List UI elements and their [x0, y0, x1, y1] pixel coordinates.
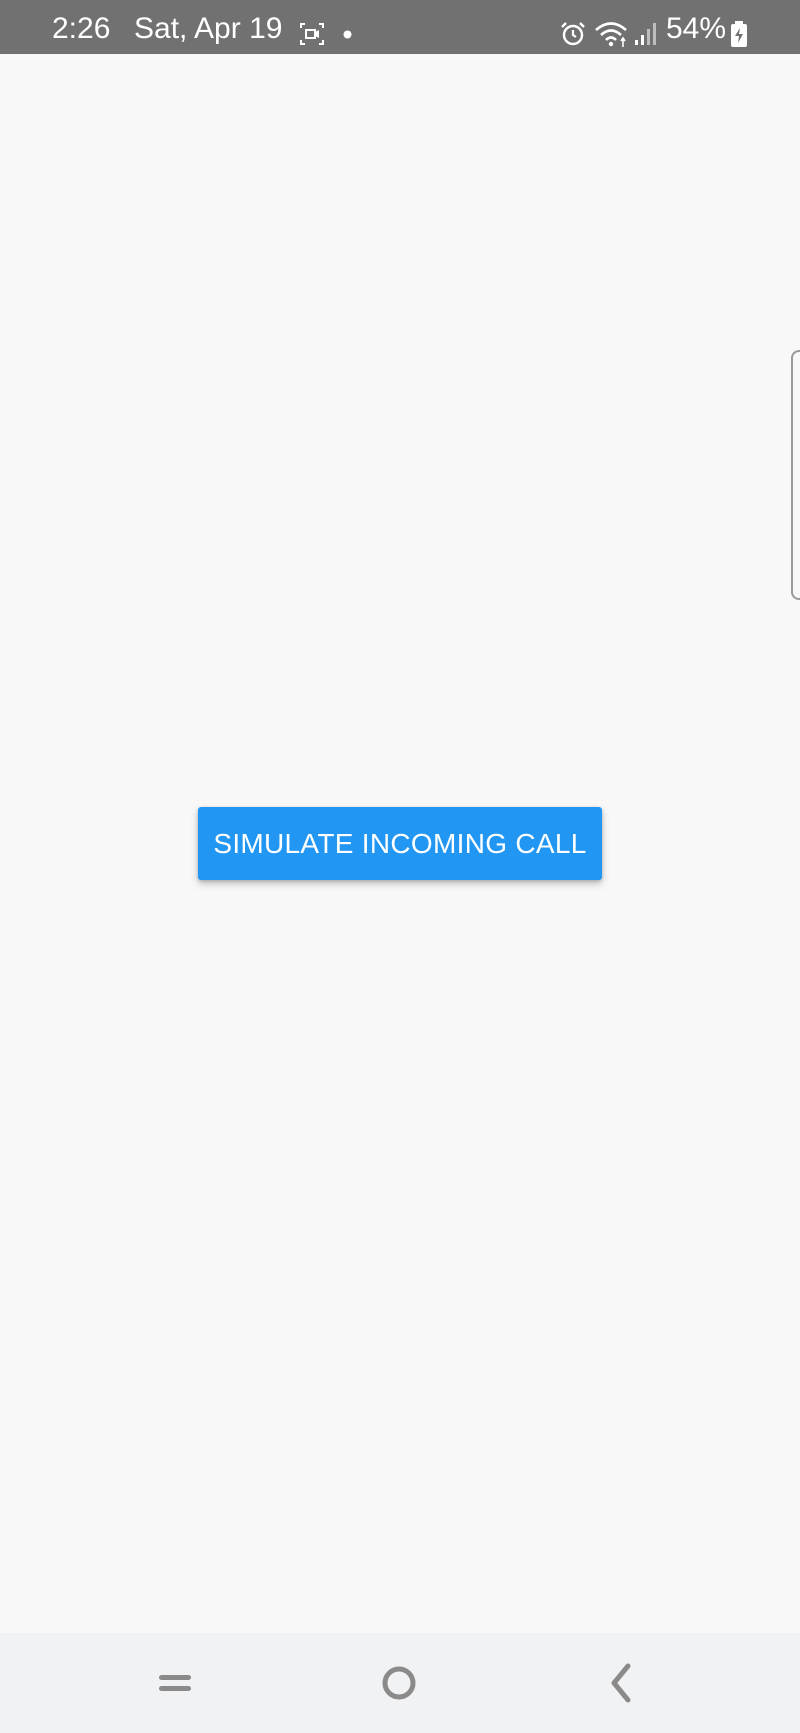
simulate-incoming-call-button[interactable]: SIMULATE INCOMING CALL	[198, 807, 602, 880]
recent-apps-icon	[159, 1675, 191, 1691]
edge-panel-handle[interactable]	[791, 350, 800, 600]
status-time: 2:26	[52, 12, 111, 45]
battery-percent: 54%	[666, 12, 727, 45]
alarm-icon	[561, 22, 585, 46]
wifi-icon	[595, 22, 627, 47]
back-icon	[611, 1663, 631, 1703]
navigation-bar	[0, 1633, 800, 1733]
recent-apps-button[interactable]	[139, 1653, 211, 1713]
status-date: Sat, Apr 19	[134, 12, 283, 45]
signal-icon	[635, 23, 656, 45]
notification-dot-icon	[343, 30, 352, 39]
home-button[interactable]	[363, 1653, 435, 1713]
battery-charging-icon	[731, 21, 747, 47]
back-button[interactable]	[585, 1653, 657, 1713]
screen-record-icon	[300, 23, 324, 45]
home-icon	[382, 1666, 416, 1700]
status-bar: 2:26 Sat, Apr 19 54%	[0, 0, 800, 54]
